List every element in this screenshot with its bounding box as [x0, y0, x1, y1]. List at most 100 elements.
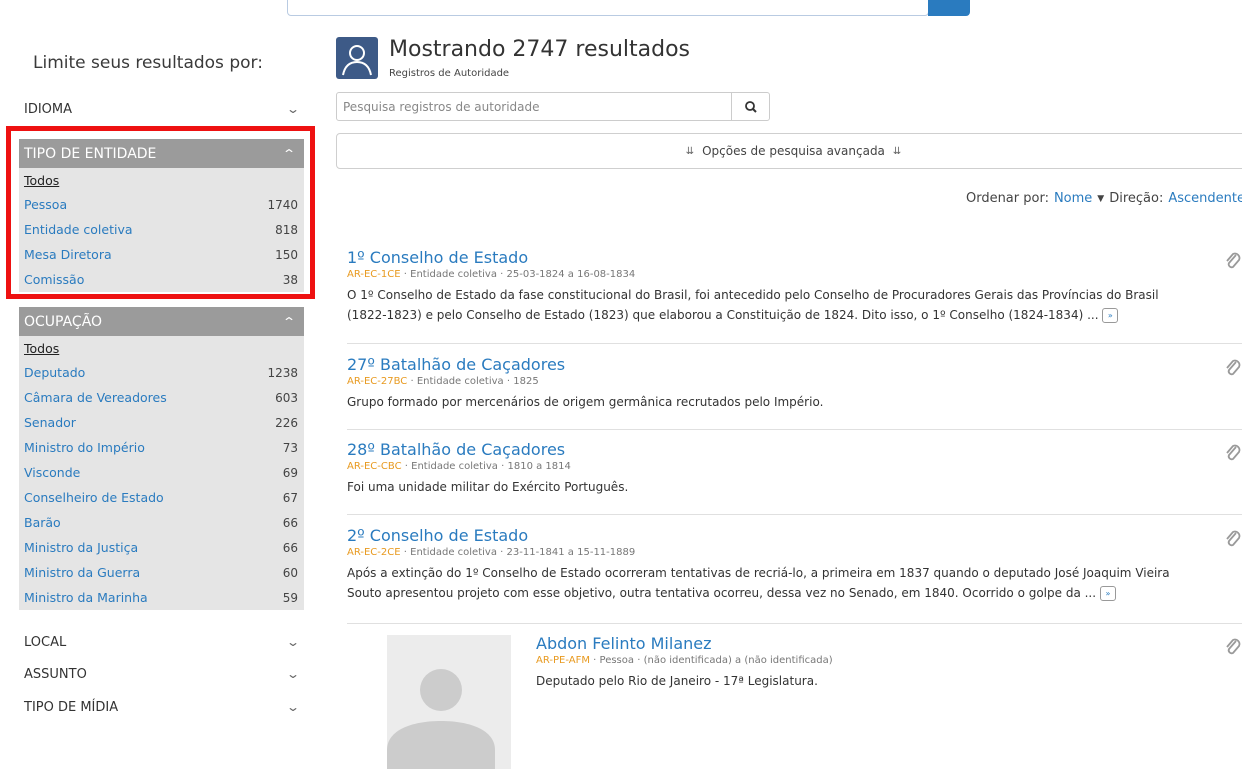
global-search-button[interactable] [928, 0, 970, 16]
chevron-down-icon: ⌄ [285, 700, 301, 714]
divider [347, 343, 1242, 344]
facet-ocupacao: OCUPAÇÃO ⌃ Todos Deputado 1238 Câmara de… [19, 307, 304, 610]
facet-todos-link[interactable]: Todos [24, 341, 59, 356]
result-item: 27º Batalhão de Caçadores AR-EC-27BC · E… [347, 355, 1242, 412]
sidebar-title: Limite seus resultados por: [33, 53, 263, 73]
facet-label: TIPO DE ENTIDADE [24, 145, 157, 162]
result-description: Deputado pelo Rio de Janeiro - 17ª Legis… [536, 671, 1242, 691]
result-description-line: O 1º Conselho de Estado da fase constitu… [347, 288, 1159, 302]
facet-item-link[interactable]: Barão [24, 515, 61, 530]
facet-item-senador: Senador 226 [19, 410, 304, 435]
facet-count: 60 [282, 565, 298, 580]
sort-label: Ordenar por: [965, 191, 1049, 206]
clipboard-paperclip-icon[interactable] [1224, 357, 1242, 377]
result-title-link[interactable]: Abdon Felinto Milanez [536, 634, 712, 653]
expand-description-button[interactable]: » [1102, 308, 1119, 323]
caret-down-icon: ▼ [1097, 193, 1105, 204]
facet-item-link[interactable]: Conselheiro de Estado [24, 490, 164, 505]
facet-item-link[interactable]: Visconde [24, 465, 80, 480]
result-identifier: AR-EC-27BC [347, 376, 408, 387]
facet-item-link[interactable]: Mesa Diretora [24, 247, 112, 262]
direction-dropdown[interactable]: Ascendente [1168, 191, 1242, 206]
facet-item-link[interactable]: Ministro da Guerra [24, 565, 140, 580]
facet-item-link[interactable]: Câmara de Vereadores [24, 390, 167, 405]
facet-item-link[interactable]: Ministro da Marinha [24, 590, 148, 605]
result-dates: 1825 [513, 376, 539, 387]
meta-separator: · [403, 269, 407, 280]
meta-separator: · [500, 547, 504, 558]
double-chevron-down-icon: ⇊ [685, 145, 695, 157]
facet-count: 1740 [267, 197, 298, 212]
facet-header-ocupacao[interactable]: OCUPAÇÃO ⌃ [19, 307, 304, 336]
expand-description-button[interactable]: » [1099, 586, 1116, 601]
result-description-line: Souto apresentou projeto com esse objeti… [347, 583, 1242, 603]
facet-item-todos: Todos [19, 168, 304, 192]
facet-item-link[interactable]: Deputado [24, 365, 85, 380]
result-meta: AR-EC-CBC · Entidade coletiva · 1810 a 1… [347, 461, 1242, 472]
chevron-down-icon: ⌄ [285, 635, 301, 649]
sort-by-dropdown[interactable]: Nome [1054, 191, 1092, 206]
chevron-up-icon: ⌃ [281, 314, 297, 329]
search-button[interactable] [731, 92, 770, 121]
result-description: O 1º Conselho de Estado da fase constitu… [347, 285, 1242, 325]
result-meta: AR-EC-2CE · Entidade coletiva · 23-11-18… [347, 547, 1242, 558]
facet-label: TIPO DE MÍDIA [24, 699, 119, 715]
facet-tipo-de-midia[interactable]: TIPO DE MÍDIA ⌄ [19, 694, 304, 720]
divider [347, 514, 1242, 515]
facet-item-link[interactable]: Comissão [24, 272, 84, 287]
result-title-link[interactable]: 27º Batalhão de Caçadores [347, 355, 565, 374]
result-item: Abdon Felinto Milanez AR-PE-AFM · Pessoa… [536, 634, 1242, 691]
result-description-line: Foi uma unidade militar do Exército Port… [347, 480, 629, 494]
result-dates: 1810 a 1814 [507, 461, 571, 472]
clipboard-paperclip-icon[interactable] [1224, 636, 1242, 656]
facet-assunto[interactable]: ASSUNTO ⌄ [19, 661, 304, 687]
meta-separator: · [403, 547, 407, 558]
result-meta: AR-EC-27BC · Entidade coletiva · 1825 [347, 376, 1242, 387]
result-description: Após a extinção do 1º Conselho de Estado… [347, 563, 1242, 603]
result-identifier: AR-EC-1CE [347, 269, 401, 280]
person-avatar[interactable] [387, 635, 511, 769]
meta-separator: · [593, 655, 597, 666]
facet-item-ministro-da-marinha: Ministro da Marinha 59 [19, 585, 304, 610]
search-input[interactable] [336, 92, 732, 121]
advanced-search-label: Opções de pesquisa avançada [702, 144, 885, 158]
result-dates: 25-03-1824 a 16-08-1834 [506, 269, 636, 280]
chevron-down-icon: ⌄ [285, 667, 301, 681]
meta-separator: · [410, 376, 414, 387]
authority-record-icon [336, 37, 378, 79]
facet-item-visconde: Visconde 69 [19, 460, 304, 485]
clipboard-paperclip-icon[interactable] [1224, 528, 1242, 548]
result-identifier: AR-EC-2CE [347, 547, 401, 558]
direction-label: Direção: [1109, 191, 1164, 206]
result-entity-type: Entidade coletiva [416, 376, 504, 387]
result-dates: (não identificada) a (não identificada) [643, 655, 833, 666]
facet-todos-link[interactable]: Todos [24, 173, 59, 188]
facet-count: 818 [275, 222, 298, 237]
page-title: Mostrando 2747 resultados [389, 37, 691, 62]
facet-label: LOCAL [24, 634, 67, 650]
result-item: 2º Conselho de Estado AR-EC-2CE · Entida… [347, 526, 1242, 603]
facet-local[interactable]: LOCAL ⌄ [19, 629, 304, 655]
facet-count: 226 [275, 415, 298, 430]
facet-idioma[interactable]: IDIOMA ⌄ [19, 96, 304, 122]
facet-item-pessoa: Pessoa 1740 [19, 192, 304, 217]
facet-item-link[interactable]: Pessoa [24, 197, 67, 212]
facet-item-link[interactable]: Senador [24, 415, 76, 430]
meta-separator: · [500, 269, 504, 280]
facet-count: 38 [282, 272, 298, 287]
result-title-link[interactable]: 28º Batalhão de Caçadores [347, 440, 565, 459]
advanced-search-toggle[interactable]: ⇊ Opções de pesquisa avançada ⇊ [336, 133, 1242, 169]
global-search-input[interactable] [287, 0, 929, 16]
facet-item-camara-de-vereadores: Câmara de Vereadores 603 [19, 385, 304, 410]
clipboard-paperclip-icon[interactable] [1224, 250, 1242, 270]
meta-separator: · [404, 461, 408, 472]
result-title-link[interactable]: 2º Conselho de Estado [347, 526, 528, 545]
facet-item-link[interactable]: Ministro da Justiça [24, 540, 138, 555]
facet-count: 603 [275, 390, 298, 405]
facet-item-link[interactable]: Ministro do Império [24, 440, 145, 455]
clipboard-paperclip-icon[interactable] [1224, 442, 1242, 462]
result-title-link[interactable]: 1º Conselho de Estado [347, 248, 528, 267]
facet-header-tipo-de-entidade[interactable]: TIPO DE ENTIDADE ⌃ [19, 139, 304, 168]
result-dates: 23-11-1841 a 15-11-1889 [506, 547, 636, 558]
facet-item-link[interactable]: Entidade coletiva [24, 222, 133, 237]
